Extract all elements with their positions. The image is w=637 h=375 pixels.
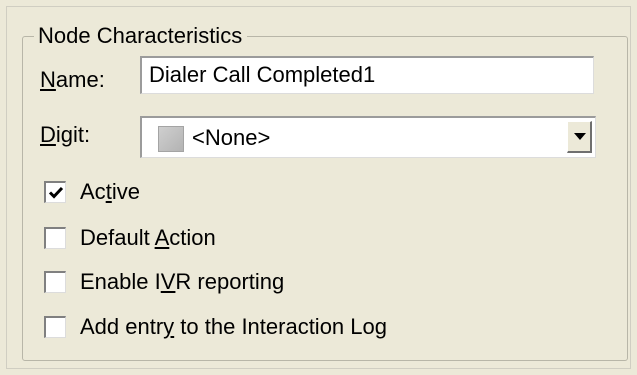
digit-label-mnemonic: D [40, 122, 56, 147]
digit-dropdown-button[interactable] [567, 121, 592, 153]
default-action-label: Default Action [80, 225, 216, 250]
name-label-mnemonic: N [40, 67, 56, 92]
default-action-checkbox[interactable] [44, 227, 66, 249]
add-interaction-log-label: Add entry to the Interaction Log [80, 314, 387, 339]
enable-ivr-reporting-checkbox[interactable] [44, 271, 66, 293]
group-title: Node Characteristics [34, 22, 248, 50]
active-checkbox[interactable] [44, 181, 66, 203]
chevron-down-icon [574, 133, 586, 140]
digit-swatch-icon [158, 126, 184, 152]
digit-label: Digit: [40, 122, 91, 147]
add-interaction-log-checkbox[interactable] [44, 316, 66, 338]
name-label: Name: [40, 67, 105, 92]
active-label: Active [80, 179, 140, 204]
digit-select[interactable]: <None> [140, 116, 596, 158]
digit-selected-value: <None> [192, 125, 271, 150]
name-input[interactable]: Dialer Call Completed1 [140, 56, 594, 94]
enable-ivr-reporting-label: Enable IVR reporting [80, 269, 285, 294]
checkmark-icon [48, 186, 64, 199]
